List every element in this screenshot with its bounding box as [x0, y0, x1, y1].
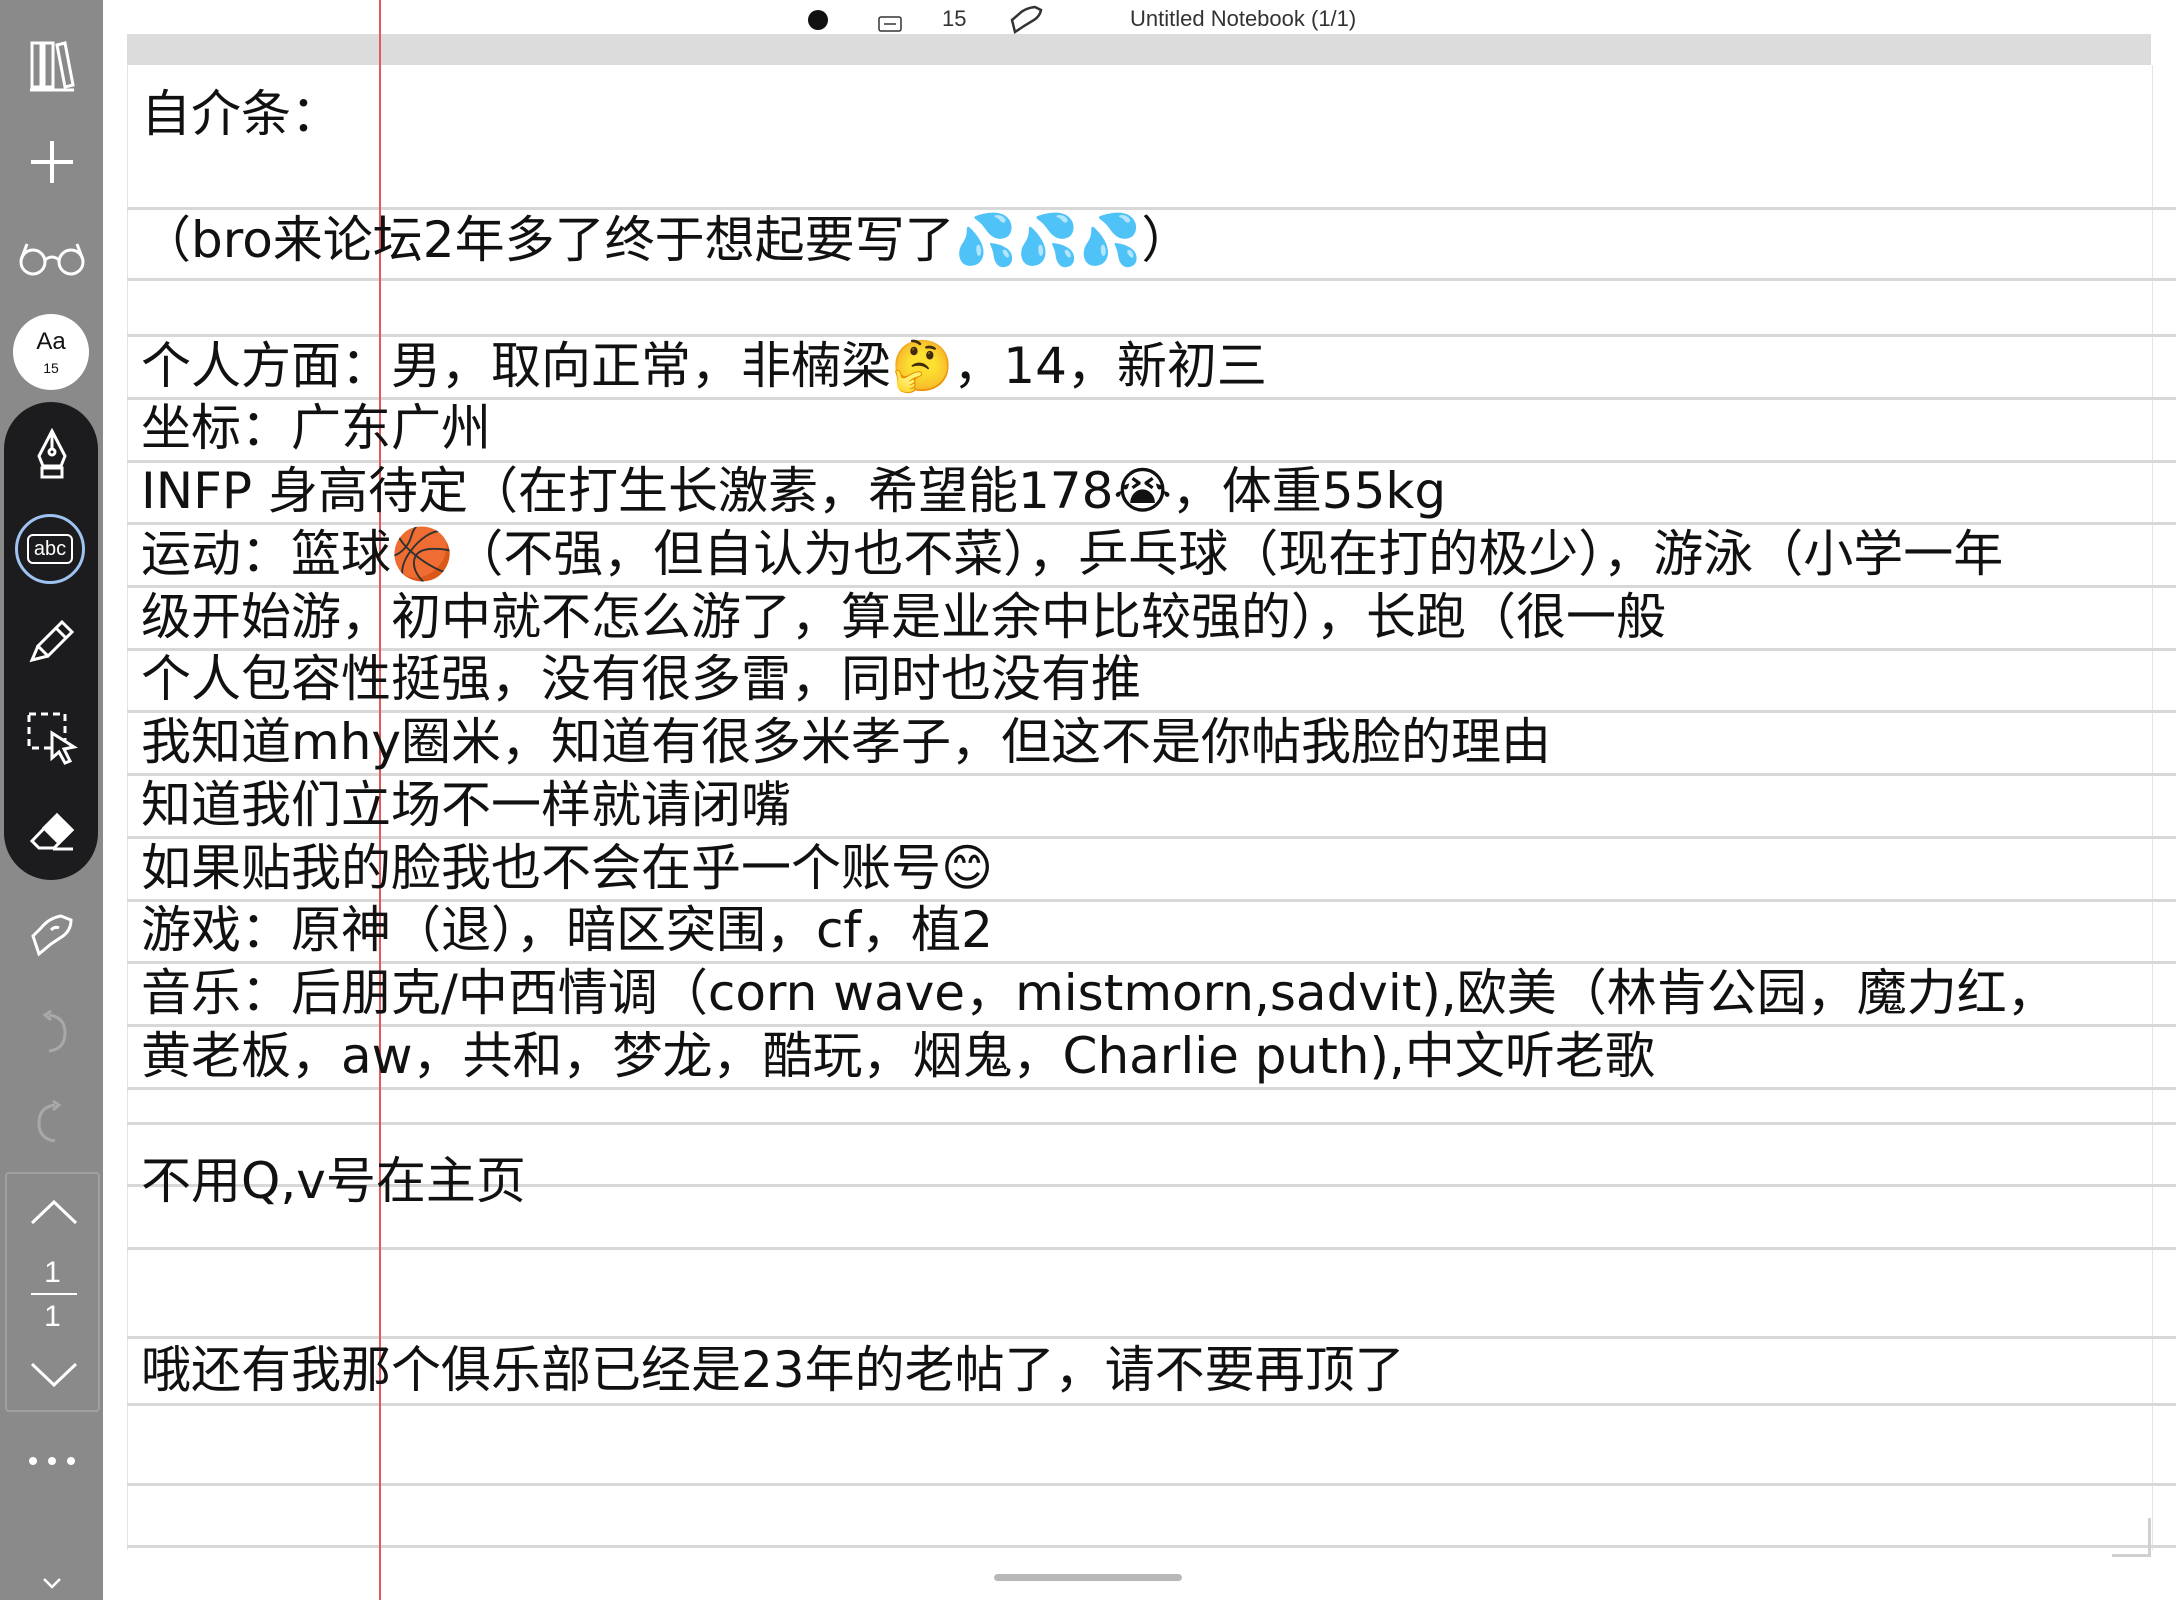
toolbar: Aa 15 abc 1 1	[0, 0, 103, 1600]
note-line: 坐标：广东广州	[141, 399, 491, 457]
shapes-icon[interactable]	[0, 904, 103, 964]
rule-line	[127, 1545, 2176, 1548]
note-line: 个人包容性挺强，没有很多雷，同时也没有推	[141, 650, 1141, 708]
rule-line	[127, 1122, 2176, 1125]
add-icon[interactable]	[0, 132, 103, 192]
page-down-icon[interactable]	[2, 1354, 105, 1394]
note-line: 如果贴我的脸我也不会在乎一个账号😊	[141, 839, 994, 897]
note-line: 音乐：后朋克/中西情调（corn wave，mistmorn,sadvit),欧…	[141, 964, 2057, 1022]
reading-glasses-icon[interactable]	[0, 228, 103, 288]
page-navigator: 1 1	[5, 1172, 100, 1412]
font-icon[interactable]: Aa 15	[13, 314, 89, 390]
pen-icon[interactable]	[0, 424, 103, 484]
note-line: 个人方面：男，取向正常，非楠梁🤔，14，新初三	[141, 337, 1267, 395]
note-line: 哦还有我那个俱乐部已经是23年的老帖了，请不要再顶了	[141, 1341, 1405, 1399]
font-label: Aa	[36, 328, 66, 355]
note-line: 运动：篮球🏀（不强，但自认为也不菜），乒乓球（现在打的极少），游泳（小学一年	[141, 525, 2004, 583]
page-corner	[2112, 1518, 2151, 1557]
notebook-title[interactable]: Untitled Notebook (1/1)	[1130, 6, 1356, 32]
text-icon[interactable]: abc	[15, 514, 85, 584]
page-total: 1	[44, 1300, 61, 1333]
status-bar: 15 Untitled Notebook (1/1)	[103, 0, 2176, 37]
note-line: 黄老板，aw，共和，梦龙，酷玩，烟鬼，Charlie puth),中文听老歌	[141, 1027, 1655, 1085]
font-size-label: 15	[43, 360, 59, 376]
lasso-icon[interactable]	[0, 706, 103, 772]
redo-icon	[0, 1092, 103, 1152]
shapes-small-icon[interactable]	[1009, 4, 1043, 40]
note-line: 知道我们立场不一样就请闭嘴	[141, 776, 791, 834]
rule-line	[127, 1483, 2176, 1486]
color-dot-icon[interactable]	[807, 9, 829, 37]
note-line: 游戏：原神（退），暗区突围，cf，植2	[141, 901, 993, 959]
note-line: （bro来论坛2年多了终于想起要写了💦💦💦）	[141, 211, 1192, 269]
home-indicator[interactable]	[994, 1574, 1182, 1581]
note-line: 自介条：	[141, 85, 341, 143]
note-line: INFP 身高待定（在打生长激素，希望能178😭，体重55kg	[141, 462, 1447, 520]
text-mode-icon[interactable]	[878, 12, 902, 38]
page-up-icon[interactable]	[2, 1192, 105, 1232]
highlighter-icon[interactable]	[0, 612, 103, 672]
page-current: 1	[44, 1256, 61, 1289]
undo-icon	[0, 1002, 103, 1062]
page-divider	[31, 1293, 77, 1295]
page-count: 15	[942, 6, 967, 31]
rule-line	[127, 1336, 2176, 1339]
rule-line	[127, 1403, 2176, 1406]
text-tool-label: abc	[26, 534, 74, 564]
more-icon[interactable]	[0, 1444, 103, 1478]
rule-line	[127, 278, 2176, 281]
note-line: 级开始游，初中就不怎么游了，算是业余中比较强的），长跑（很一般	[141, 588, 1666, 646]
rule-line	[127, 1087, 2176, 1090]
note-line: 我知道mhy圈米，知道有很多米孝子，但这不是你帖我脸的理由	[141, 713, 1551, 771]
chevron-down-icon[interactable]	[0, 1570, 103, 1596]
eraser-icon[interactable]	[0, 802, 103, 862]
rule-line	[127, 1247, 2176, 1250]
library-icon[interactable]	[0, 36, 103, 96]
note-line: 不用Q,v号在主页	[141, 1152, 526, 1210]
